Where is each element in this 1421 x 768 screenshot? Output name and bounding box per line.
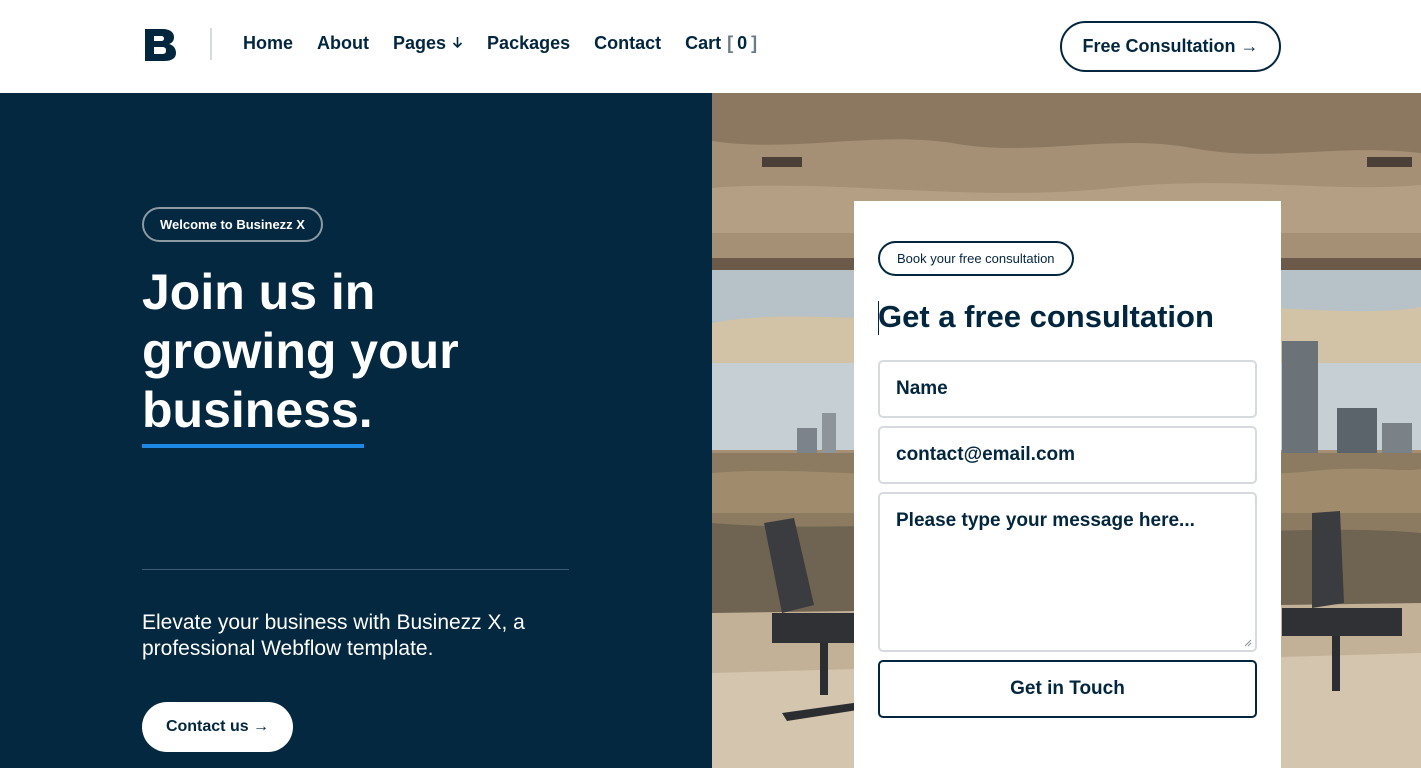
hero-left-panel: Welcome to Businezz X Join us in growing… xyxy=(0,93,712,768)
hero-title: Join us in growing your business. xyxy=(142,263,612,440)
nav-packages[interactable]: Packages xyxy=(487,33,570,54)
free-consultation-button[interactable]: Free Consultation → xyxy=(1060,21,1281,72)
brand-logo[interactable] xyxy=(145,27,177,63)
cart-bracket-close: ] xyxy=(751,33,758,53)
nav-home[interactable]: Home xyxy=(243,33,293,54)
cart-count-badge: [0] xyxy=(727,33,757,54)
nav-cart[interactable]: Cart [0] xyxy=(685,33,757,54)
message-placeholder: Please type your message here... xyxy=(896,510,1195,531)
book-consultation-badge: Book your free consultation xyxy=(878,241,1074,276)
name-input[interactable]: Name xyxy=(878,360,1257,418)
hero-divider xyxy=(142,569,569,570)
form-title: Get a free consultation xyxy=(878,299,1214,334)
get-in-touch-button[interactable]: Get in Touch xyxy=(878,660,1257,718)
cart-count: 0 xyxy=(737,33,748,53)
hero-title-line-1: Join us in xyxy=(142,264,376,320)
hero-title-line-2: growing your xyxy=(142,323,459,379)
welcome-badge: Welcome to Businezz X xyxy=(142,207,323,242)
contact-us-button[interactable]: Contact us → xyxy=(142,702,293,752)
arrow-down-icon xyxy=(452,36,463,52)
email-input[interactable]: contact@email.com xyxy=(878,426,1257,484)
nav-cart-label: Cart xyxy=(685,33,722,53)
hero-title-line-3: business. xyxy=(142,382,373,438)
main-nav: Home About Pages Packages Contact Cart [… xyxy=(243,33,781,54)
cart-bracket-open: [ xyxy=(727,33,734,53)
nav-about[interactable]: About xyxy=(317,33,369,54)
hero-subtitle: Elevate your business with Businezz X, a… xyxy=(142,611,525,660)
message-textarea[interactable]: Please type your message here... xyxy=(878,492,1257,652)
nav-divider xyxy=(210,28,212,60)
resize-handle-icon[interactable] xyxy=(1244,639,1252,647)
title-accent-underline xyxy=(142,444,364,448)
nav-contact[interactable]: Contact xyxy=(594,33,661,54)
nav-pages-label: Pages xyxy=(393,33,447,53)
consultation-form-card: Book your free consultation Get a free c… xyxy=(854,201,1281,768)
navbar: Home About Pages Packages Contact Cart [… xyxy=(0,0,1421,93)
nav-pages-dropdown[interactable]: Pages xyxy=(393,33,463,54)
